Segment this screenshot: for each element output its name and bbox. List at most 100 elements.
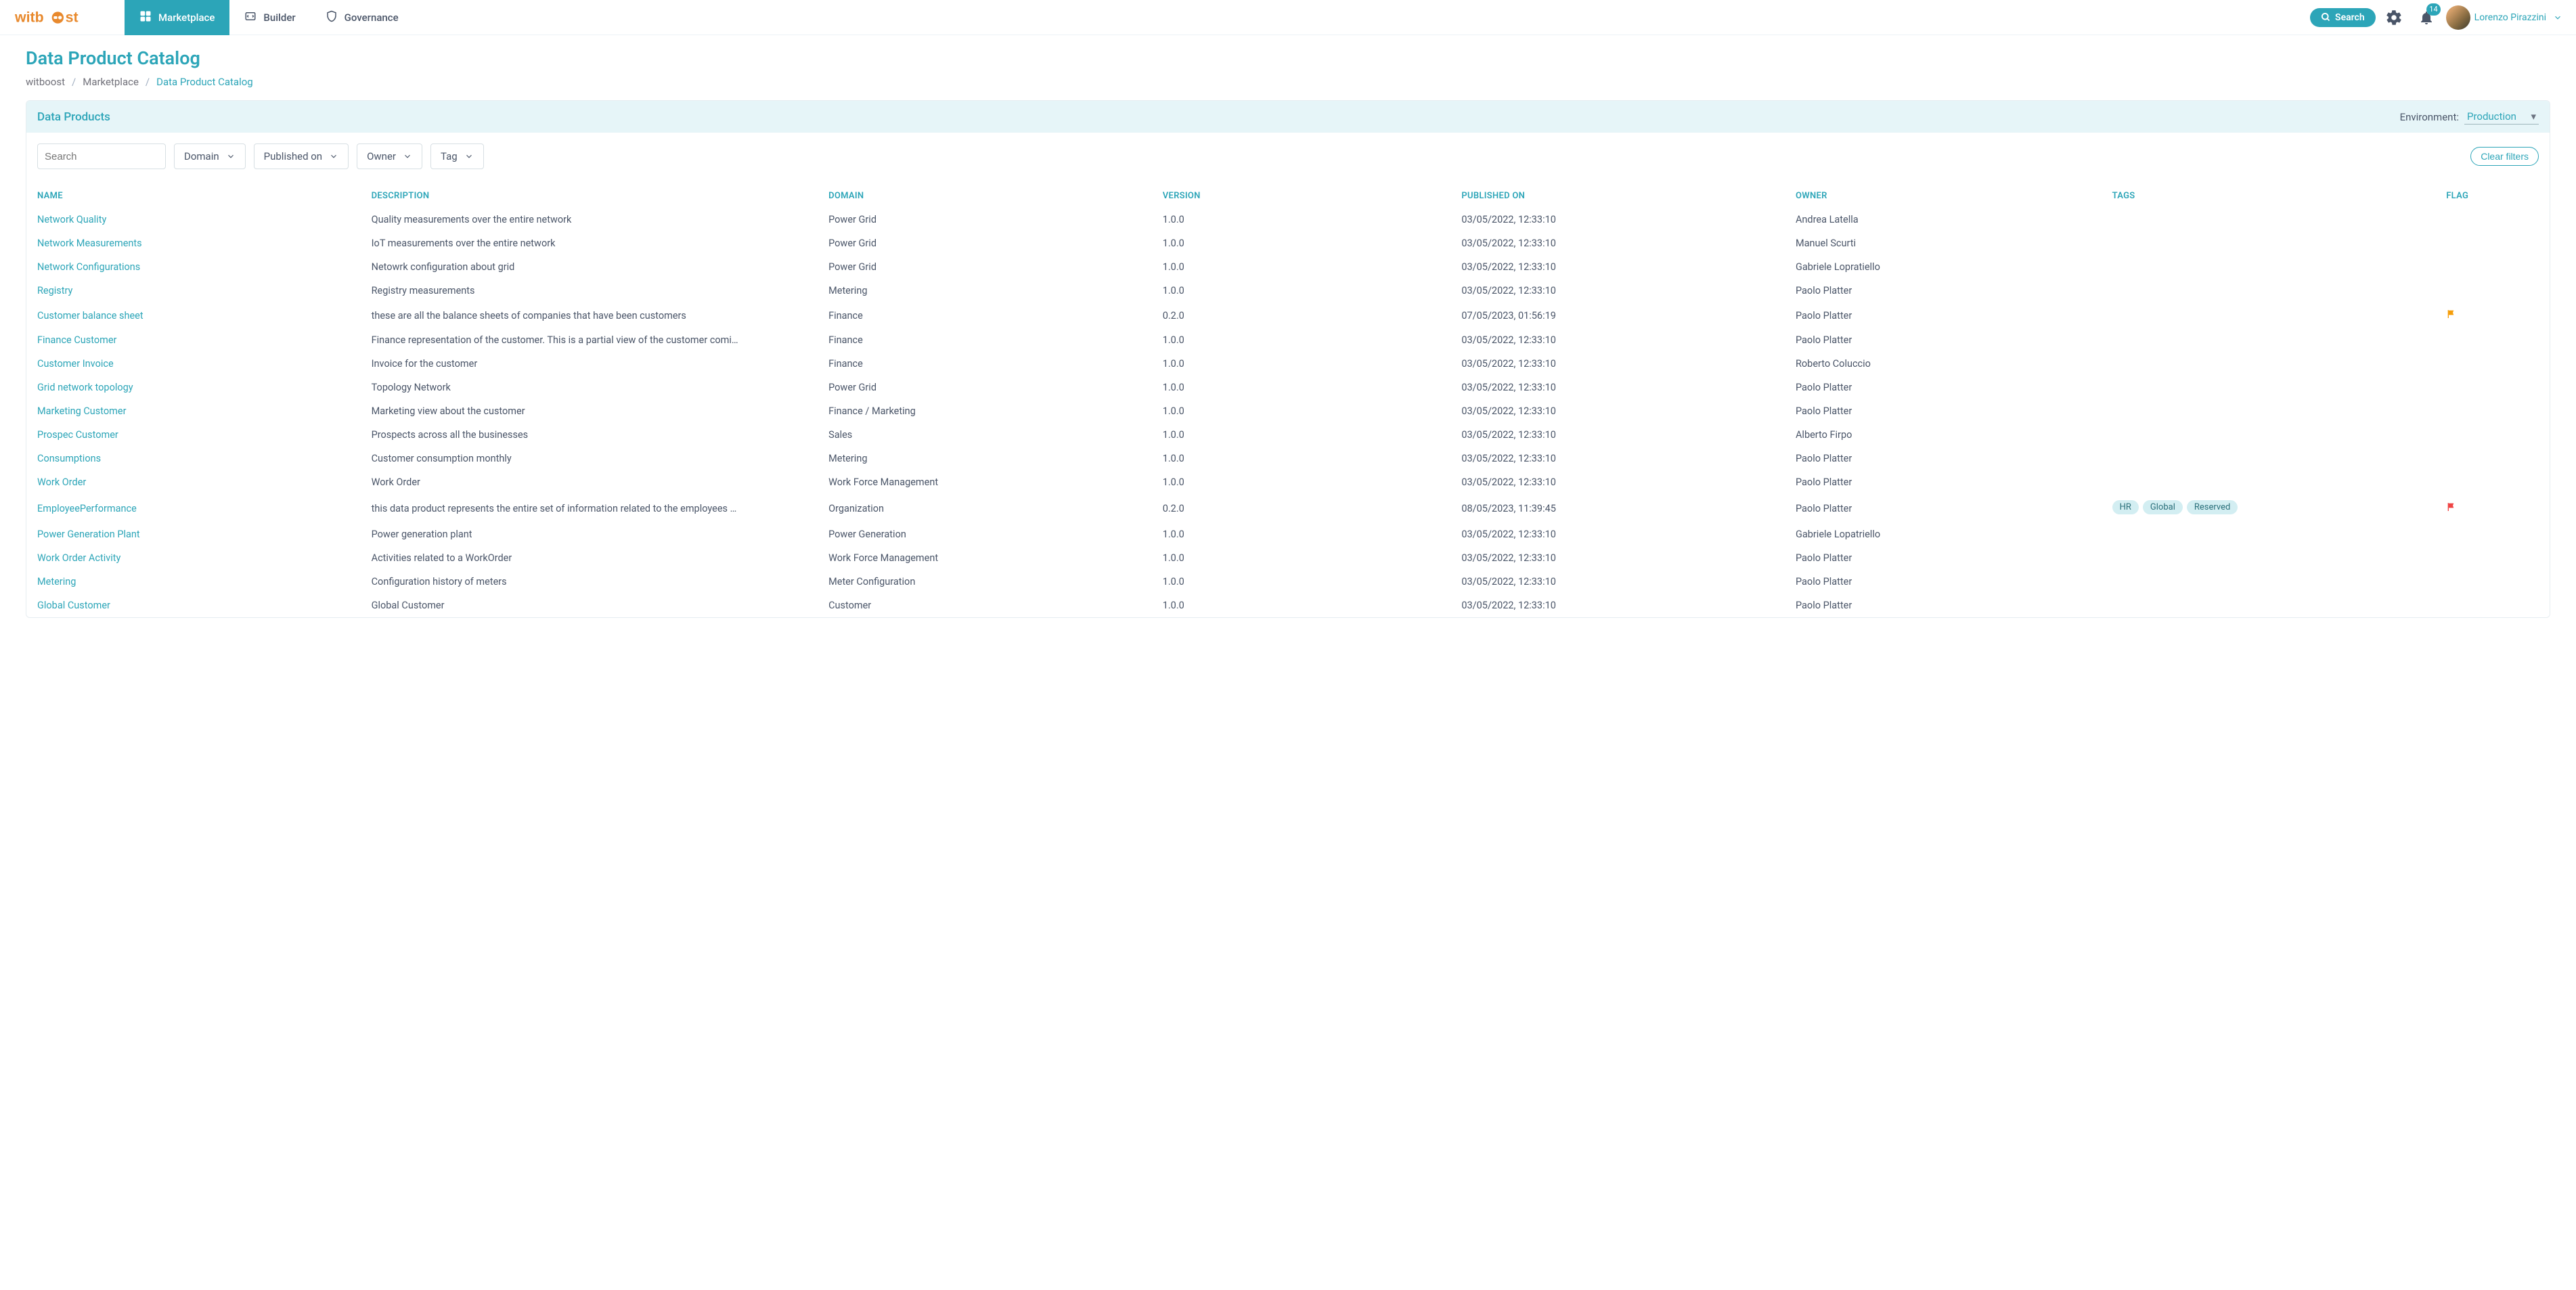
nav-label: Builder — [263, 12, 295, 24]
tag-chip[interactable]: HR — [2112, 500, 2139, 514]
product-flag — [2435, 594, 2550, 617]
environment-value: Production — [2467, 110, 2516, 123]
clear-filters-button[interactable]: Clear filters — [2470, 147, 2539, 166]
product-description: Registry measurements — [361, 279, 818, 303]
product-name-link[interactable]: Metering — [37, 576, 76, 587]
product-name-link[interactable]: Network Measurements — [37, 238, 142, 249]
product-description: this data product represents the entire … — [361, 494, 818, 522]
product-name-link[interactable]: Work Order — [37, 476, 86, 488]
environment-select[interactable]: Production ▾ — [2464, 109, 2539, 125]
breadcrumb-item[interactable]: Marketplace — [83, 76, 139, 88]
product-tags — [2102, 279, 2436, 303]
brand-logo[interactable]: witb st — [0, 0, 125, 35]
product-name-link[interactable]: Customer balance sheet — [37, 310, 143, 321]
product-name-link[interactable]: Consumptions — [37, 453, 101, 464]
product-flag — [2435, 470, 2550, 494]
tag-chip[interactable]: Global — [2143, 500, 2183, 514]
nav-builder[interactable]: Builder — [229, 0, 310, 35]
settings-button[interactable] — [2380, 3, 2408, 32]
product-owner: Paolo Platter — [1785, 376, 2102, 399]
product-description: Finance representation of the customer. … — [361, 328, 818, 352]
filter-owner[interactable]: Owner — [357, 143, 422, 169]
page-title: Data Product Catalog — [26, 47, 2550, 69]
chevron-down-icon — [464, 152, 474, 161]
product-tags — [2102, 470, 2436, 494]
nav-label: Governance — [345, 12, 399, 24]
search-box[interactable] — [37, 143, 166, 169]
product-published: 03/05/2022, 12:33:10 — [1450, 255, 1785, 279]
product-name-link[interactable]: Customer Invoice — [37, 358, 114, 370]
product-published: 03/05/2022, 12:33:10 — [1450, 399, 1785, 423]
breadcrumb-item[interactable]: witboost — [26, 76, 65, 88]
product-name-link[interactable]: Marketing Customer — [37, 405, 126, 417]
column-header[interactable]: PUBLISHED ON — [1450, 184, 1785, 208]
breadcrumb: witboost/Marketplace/Data Product Catalo… — [26, 76, 2550, 88]
product-name-link[interactable]: Registry — [37, 285, 72, 296]
product-published: 03/05/2022, 12:33:10 — [1450, 328, 1785, 352]
notification-badge: 14 — [2426, 3, 2440, 16]
global-search-label: Search — [2335, 12, 2365, 23]
data-products-card: Data Products Environment: Production ▾ … — [26, 100, 2550, 618]
product-published: 03/05/2022, 12:33:10 — [1450, 279, 1785, 303]
column-header[interactable]: DOMAIN — [818, 184, 1152, 208]
product-flag — [2435, 494, 2550, 522]
product-domain: Finance — [818, 303, 1152, 328]
column-header[interactable]: TAGS — [2102, 184, 2436, 208]
product-version: 1.0.0 — [1152, 328, 1451, 352]
product-version: 1.0.0 — [1152, 208, 1451, 231]
product-tags — [2102, 303, 2436, 328]
table-row: MeteringConfiguration history of metersM… — [26, 570, 2550, 594]
column-header[interactable]: FLAG — [2435, 184, 2550, 208]
product-name-link[interactable]: Network Quality — [37, 214, 106, 225]
product-name-link[interactable]: EmployeePerformance — [37, 503, 137, 514]
table-row: Prospec Customer Prospects across all the… — [26, 423, 2550, 447]
column-header[interactable]: DESCRIPTION — [361, 184, 818, 208]
table-row: Network QualityQuality measurements over… — [26, 208, 2550, 231]
filter-tag[interactable]: Tag — [430, 143, 484, 169]
product-tags — [2102, 255, 2436, 279]
product-name-link[interactable]: Prospec Customer — [37, 429, 118, 441]
column-header[interactable]: VERSION — [1152, 184, 1451, 208]
product-version: 1.0.0 — [1152, 352, 1451, 376]
product-owner: Gabriele Lopratiello — [1785, 255, 2102, 279]
product-name-link[interactable]: Global Customer — [37, 600, 110, 611]
column-header[interactable]: OWNER — [1785, 184, 2102, 208]
avatar[interactable] — [2446, 5, 2470, 30]
product-tags — [2102, 546, 2436, 570]
nav-marketplace[interactable]: Marketplace — [125, 0, 229, 35]
product-name-link[interactable]: Grid network topology — [37, 382, 133, 393]
product-flag — [2435, 279, 2550, 303]
nav-governance[interactable]: Governance — [311, 0, 414, 35]
tag-chip[interactable]: Reserved — [2187, 500, 2238, 514]
product-domain: Finance — [818, 328, 1152, 352]
product-description: Invoice for the customer — [361, 352, 818, 376]
product-published: 03/05/2022, 12:33:10 — [1450, 470, 1785, 494]
search-input[interactable] — [45, 151, 179, 162]
global-search-button[interactable]: Search — [2310, 8, 2376, 27]
product-flag — [2435, 328, 2550, 352]
product-flag — [2435, 231, 2550, 255]
product-name-link[interactable]: Work Order Activity — [37, 552, 120, 564]
product-name-link[interactable]: Network Configurations — [37, 261, 140, 273]
table-row: Network MeasurementsIoT measurements ove… — [26, 231, 2550, 255]
product-description: Power generation plant — [361, 522, 818, 546]
product-domain: Metering — [818, 447, 1152, 470]
notifications-button[interactable]: 14 — [2412, 3, 2441, 32]
product-name-link[interactable]: Finance Customer — [37, 334, 116, 346]
product-version: 1.0.0 — [1152, 570, 1451, 594]
user-menu[interactable]: Lorenzo Pirazzini — [2474, 12, 2568, 23]
chevron-down-icon — [226, 152, 236, 161]
svg-text:witb: witb — [15, 9, 44, 25]
filter-domain[interactable]: Domain — [174, 143, 246, 169]
product-published: 07/05/2023, 01:56:19 — [1450, 303, 1785, 328]
top-bar: witb st Marketplace Builder Governance Sea… — [0, 0, 2576, 35]
product-flag — [2435, 399, 2550, 423]
column-header[interactable]: NAME — [26, 184, 361, 208]
filter-published-on[interactable]: Published on — [254, 143, 349, 169]
product-name-link[interactable]: Power Generation Plant — [37, 529, 140, 540]
product-description: Prospects across all the businesses — [361, 423, 818, 447]
product-domain: Work Force Management — [818, 546, 1152, 570]
product-domain: Finance — [818, 352, 1152, 376]
product-flag — [2435, 447, 2550, 470]
filter-bar: Domain Published on Owner Tag Clear filters — [26, 133, 2550, 180]
